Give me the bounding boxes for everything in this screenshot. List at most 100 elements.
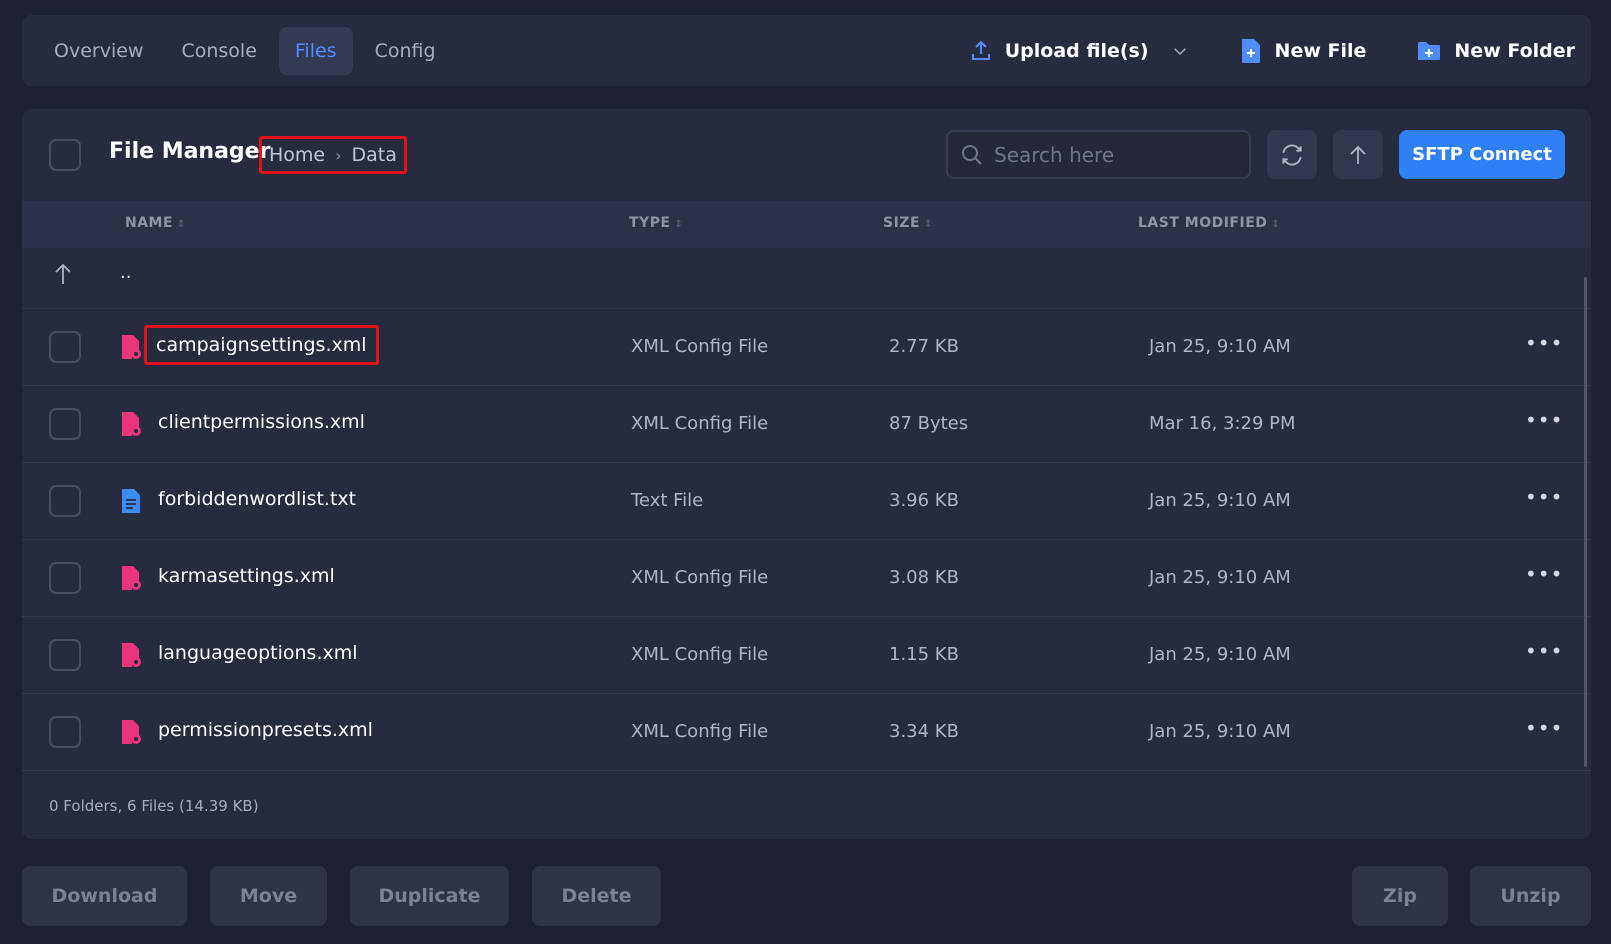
row-checkbox[interactable] (49, 331, 81, 363)
new-folder-icon (1418, 41, 1441, 60)
go-up-button[interactable] (1333, 130, 1383, 179)
xml-config-file-icon (122, 412, 141, 436)
more-options-icon[interactable]: ••• (1525, 485, 1563, 509)
file-manager-panel: File Manager Home › Data SFTP Connect NA… (22, 109, 1591, 839)
file-manager-header: File Manager Home › Data SFTP Connect (22, 109, 1591, 201)
sftp-connect-button[interactable]: SFTP Connect (1399, 130, 1565, 179)
search-input[interactable] (994, 142, 1234, 167)
sort-icon: ↕ (924, 219, 933, 230)
table-row[interactable]: languageoptions.xml XML Config File 1.15… (22, 617, 1591, 694)
table-header: NAME ↕ TYPE ↕ SIZE ↕ LAST MODIFIED ↕ (22, 201, 1591, 248)
file-type: XML Config File (631, 644, 769, 665)
refresh-button[interactable] (1267, 130, 1317, 179)
more-options-icon[interactable]: ••• (1525, 639, 1563, 663)
file-type: XML Config File (631, 567, 769, 588)
upload-files-label: Upload file(s) (1004, 39, 1149, 62)
file-size: 3.34 KB (889, 721, 959, 742)
row-checkbox[interactable] (49, 639, 81, 671)
file-name[interactable]: karmasettings.xml (156, 563, 343, 589)
search-icon (962, 144, 982, 165)
download-button[interactable]: Download (22, 866, 187, 926)
more-options-icon[interactable]: ••• (1525, 562, 1563, 586)
new-file-label: New File (1274, 39, 1367, 62)
file-modified: Jan 25, 9:10 AM (1149, 567, 1291, 588)
file-modified: Mar 16, 3:29 PM (1149, 413, 1296, 434)
tab-files[interactable]: Files (278, 26, 353, 75)
upload-files-button[interactable]: Upload file(s) (969, 39, 1189, 63)
arrow-up-icon (55, 263, 71, 284)
parent-directory-label: .. (120, 262, 132, 283)
tab-overview[interactable]: Overview (38, 27, 159, 75)
file-type: XML Config File (631, 721, 769, 742)
new-file-button[interactable]: New File (1239, 38, 1367, 64)
breadcrumb-home[interactable]: Home (269, 144, 325, 166)
zip-button[interactable]: Zip (1352, 866, 1448, 926)
chevron-down-icon[interactable] (1171, 42, 1189, 60)
file-modified: Jan 25, 9:10 AM (1149, 644, 1291, 665)
column-modified-header[interactable]: LAST MODIFIED ↕ (1138, 215, 1280, 231)
table-row[interactable]: clientpermissions.xml XML Config File 87… (22, 386, 1591, 463)
column-name-header[interactable]: NAME ↕ (125, 215, 186, 231)
row-checkbox[interactable] (49, 485, 81, 517)
file-modified: Jan 25, 9:10 AM (1149, 336, 1291, 357)
new-file-icon (1241, 38, 1260, 63)
file-size: 3.96 KB (889, 490, 959, 511)
xml-config-file-icon (122, 720, 141, 744)
duplicate-button[interactable]: Duplicate (350, 866, 509, 926)
delete-button[interactable]: Delete (532, 866, 661, 926)
parent-directory-row[interactable]: .. (22, 248, 1591, 309)
search-box (946, 130, 1251, 179)
xml-config-file-icon (122, 643, 141, 667)
unzip-button[interactable]: Unzip (1470, 866, 1591, 926)
row-checkbox[interactable] (49, 562, 81, 594)
breadcrumb: Home › Data (259, 136, 407, 174)
file-name[interactable]: languageoptions.xml (156, 640, 366, 666)
new-folder-button[interactable]: New Folder (1416, 40, 1575, 62)
xml-config-file-icon (122, 566, 141, 590)
row-checkbox[interactable] (49, 716, 81, 748)
file-type: XML Config File (631, 336, 769, 357)
more-options-icon[interactable]: ••• (1525, 408, 1563, 432)
file-name[interactable]: clientpermissions.xml (156, 409, 373, 435)
more-options-icon[interactable]: ••• (1525, 716, 1563, 740)
scrollbar[interactable] (1584, 277, 1587, 767)
file-size: 3.08 KB (889, 567, 959, 588)
file-type: Text File (631, 490, 704, 511)
column-type-header[interactable]: TYPE ↕ (629, 215, 683, 231)
table-row[interactable]: karmasettings.xml XML Config File 3.08 K… (22, 540, 1591, 617)
file-modified: Jan 25, 9:10 AM (1149, 490, 1291, 511)
select-all-checkbox[interactable] (49, 139, 81, 171)
breadcrumb-data[interactable]: Data (352, 144, 397, 166)
table-row[interactable]: campaignsettings.xml XML Config File 2.7… (22, 309, 1591, 386)
file-summary: 0 Folders, 6 Files (14.39 KB) (49, 797, 259, 815)
sort-icon: ↕ (1271, 219, 1281, 230)
top-actions: Upload file(s) New File New Folder (919, 38, 1575, 64)
chevron-right-icon: › (335, 145, 342, 165)
file-modified: Jan 25, 9:10 AM (1149, 721, 1291, 742)
move-button[interactable]: Move (210, 866, 327, 926)
sort-icon: ↕ (177, 219, 186, 230)
refresh-icon (1282, 144, 1302, 165)
table-row[interactable]: permissionpresets.xml XML Config File 3.… (22, 694, 1591, 771)
xml-config-file-icon (122, 335, 141, 359)
file-name[interactable]: campaignsettings.xml (144, 325, 379, 365)
sort-icon: ↕ (674, 219, 684, 230)
page-title: File Manager (109, 139, 271, 164)
tab-console[interactable]: Console (165, 27, 272, 75)
new-folder-label: New Folder (1454, 39, 1575, 62)
column-size-header[interactable]: SIZE ↕ (883, 215, 933, 231)
top-navigation-bar: Overview Console Files Config Upload fil… (22, 15, 1591, 86)
row-checkbox[interactable] (49, 408, 81, 440)
tab-list: Overview Console Files Config (38, 26, 452, 75)
file-name[interactable]: forbiddenwordlist.txt (156, 486, 364, 512)
file-size: 87 Bytes (889, 413, 969, 434)
file-name[interactable]: permissionpresets.xml (156, 717, 381, 743)
file-type: XML Config File (631, 413, 769, 434)
text-file-icon (122, 489, 140, 513)
table-row[interactable]: forbiddenwordlist.txt Text File 3.96 KB … (22, 463, 1591, 540)
tab-config[interactable]: Config (359, 27, 452, 75)
file-size: 1.15 KB (889, 644, 959, 665)
more-options-icon[interactable]: ••• (1525, 331, 1563, 355)
file-list: campaignsettings.xml XML Config File 2.7… (22, 309, 1591, 771)
arrow-up-icon (1350, 145, 1366, 164)
